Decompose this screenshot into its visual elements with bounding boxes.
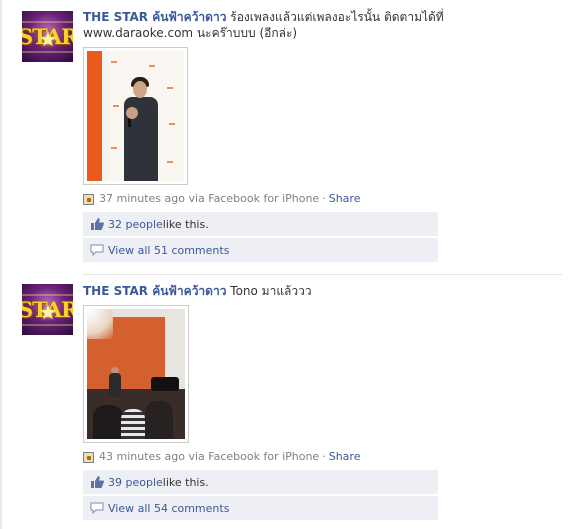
comments-row[interactable]: View all 54 comments	[83, 496, 438, 520]
photo-image[interactable]	[87, 309, 185, 439]
avatar-ray	[22, 51, 73, 53]
share-link[interactable]: Share	[329, 450, 361, 464]
thumbs-up-icon	[90, 218, 104, 230]
star-icon: ★	[39, 27, 57, 51]
backdrop-logo	[149, 65, 155, 67]
story-message: THE STAR ค้นฟ้าคว้าดาว Tono มาแล้ววว	[83, 283, 463, 299]
story-content: THE STAR ค้นฟ้าคว้าดาว ร้องเพลงแล้วแต่เพ…	[83, 9, 563, 262]
meta-separator: ·	[322, 192, 326, 205]
photo-crowd	[93, 405, 123, 439]
story-meta: 37 minutes ago via Facebook for iPhone ·…	[83, 192, 563, 206]
page-avatar[interactable]: STAR ★	[22, 11, 73, 62]
timestamp[interactable]: 37 minutes ago via Facebook for iPhone	[99, 192, 319, 206]
likes-row: 32 people like this.	[83, 212, 438, 236]
photo-light	[87, 309, 113, 339]
likes-suffix: like this.	[162, 475, 209, 489]
photo-attachment[interactable]	[83, 305, 189, 443]
backdrop-logo	[169, 123, 175, 125]
comment-bubble-icon	[90, 244, 104, 256]
likes-suffix: like this.	[162, 217, 209, 231]
story-content: THE STAR ค้นฟ้าคว้าดาว Tono มาแล้ววว 43 …	[83, 283, 563, 520]
photo-wall	[87, 51, 102, 181]
story-divider	[82, 274, 562, 275]
story-message: THE STAR ค้นฟ้าคว้าดาว ร้องเพลงแล้วแต่เพ…	[83, 9, 463, 41]
author-link[interactable]: THE STAR ค้นฟ้าคว้าดาว	[83, 10, 226, 24]
view-all-comments-link[interactable]: View all 54 comments	[108, 502, 229, 515]
backdrop-logo	[167, 161, 173, 163]
mobile-upload-icon	[83, 451, 94, 463]
backdrop-logo	[113, 105, 119, 107]
photo-crowd	[145, 401, 173, 439]
story-meta: 43 minutes ago via Facebook for iPhone ·…	[83, 450, 563, 464]
avatar-ray	[22, 294, 73, 296]
comments-row[interactable]: View all 51 comments	[83, 238, 438, 262]
author-link[interactable]: THE STAR ค้นฟ้าคว้าดาว	[83, 284, 226, 298]
timestamp[interactable]: 43 minutes ago via Facebook for iPhone	[99, 450, 319, 464]
likes-row: 39 people like this.	[83, 470, 438, 494]
backdrop-logo	[111, 61, 117, 63]
backdrop-logo	[111, 147, 117, 149]
likers-link[interactable]: 32 people	[108, 218, 163, 231]
photo-crowd	[121, 409, 145, 439]
likers-link[interactable]: 39 people	[108, 476, 163, 489]
view-all-comments-link[interactable]: View all 51 comments	[108, 244, 229, 257]
photo-person-head	[133, 81, 147, 98]
avatar-ray	[22, 324, 73, 326]
thumbs-up-icon	[90, 476, 104, 488]
avatar-ray	[22, 21, 73, 23]
left-edge-border	[0, 0, 2, 529]
mobile-upload-icon	[83, 193, 94, 205]
comment-bubble-icon	[90, 502, 104, 514]
photo-attachment[interactable]	[83, 47, 188, 185]
photo-person-body	[109, 373, 121, 397]
message-text: Tono มาแล้ววว	[230, 284, 312, 298]
share-link[interactable]: Share	[329, 192, 361, 206]
photo-person-hand	[126, 107, 138, 119]
backdrop-logo	[167, 87, 173, 89]
meta-separator: ·	[322, 450, 326, 463]
page-avatar[interactable]: STAR ★	[22, 284, 73, 335]
photo-image[interactable]	[87, 51, 184, 181]
star-icon: ★	[39, 300, 57, 324]
video-camera-icon	[151, 377, 179, 391]
